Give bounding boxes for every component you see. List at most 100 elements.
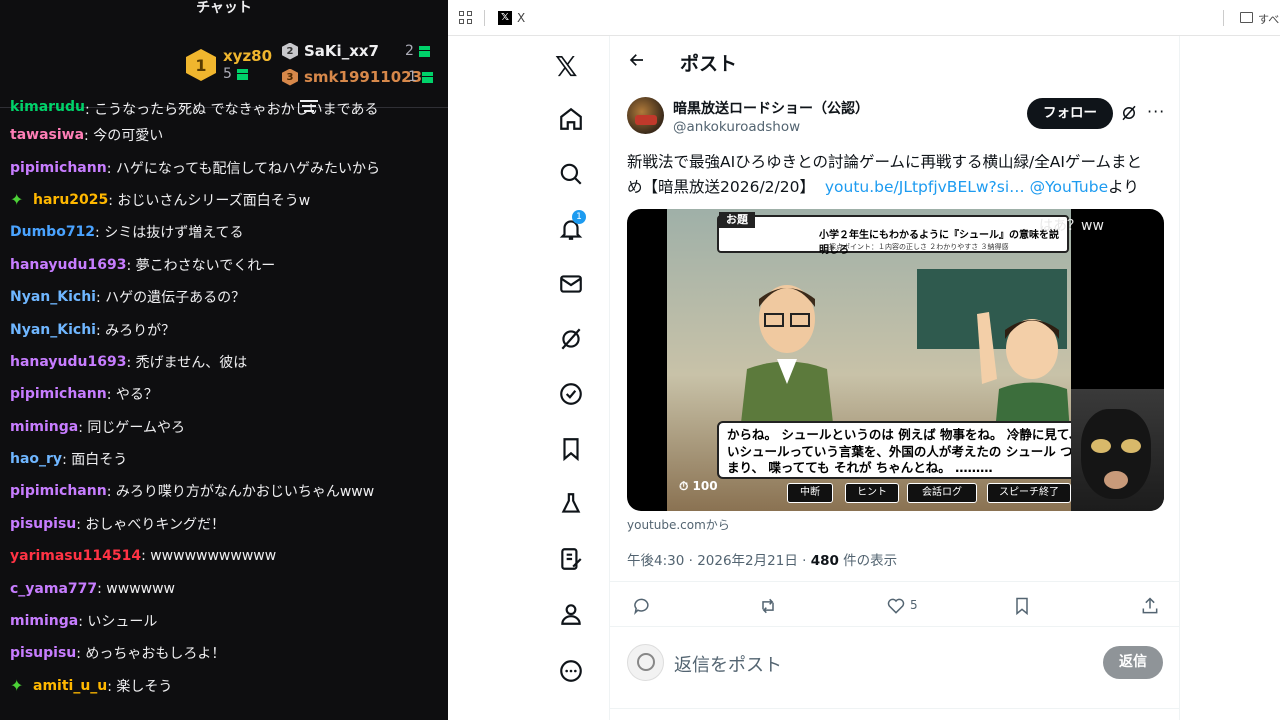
chat-username[interactable]: yarimasu114514 (10, 548, 141, 564)
chat-message-text: : いシュール (78, 614, 158, 631)
folder-icon[interactable] (1240, 12, 1253, 23)
leaderboard-first[interactable]: 1 xyz80 5 (186, 47, 272, 83)
chat-username[interactable]: kimarudu (10, 99, 85, 115)
profile-icon[interactable] (558, 601, 584, 627)
search-icon[interactable] (558, 161, 584, 187)
follow-button[interactable]: フォロー (1027, 98, 1113, 129)
chat-panel: チャット 1 xyz80 5 2 SaKi_xx7 2 3 smk1991102… (0, 0, 448, 720)
chat-username[interactable]: miminga (10, 613, 78, 629)
chat-username[interactable]: c_yama777 (10, 581, 97, 597)
gift-icon (418, 45, 430, 57)
chat-username[interactable]: pipimichann (10, 386, 107, 402)
post-text-line-2: め【暗黒放送2026/2/20】 (627, 178, 815, 196)
chat-username[interactable]: Nyan_Kichi (10, 289, 96, 305)
chat-message-text: : 禿げません、彼は (126, 354, 248, 371)
chat-username[interactable]: haru2025 (33, 192, 108, 208)
masked-streamer (1081, 409, 1151, 499)
chat-message-list: kimarudu: こうなったら死ぬ でなきゃおかしいまである tawasiwa:… (10, 99, 442, 702)
chat-username[interactable]: hanayudu1693 (10, 354, 126, 370)
leaderboard-second-count: 2 (405, 43, 414, 59)
back-arrow-icon[interactable] (628, 51, 646, 69)
subtitle-box: からね。 シュールというのは 例えば 物事をね。 冷静に見て、いシュールっていう… (717, 421, 1095, 479)
edit-note-icon[interactable] (558, 546, 584, 572)
leaderboard-third-count-wrap: 1 (408, 69, 433, 85)
bookmark-icon[interactable] (1012, 596, 1032, 616)
chat-message-text: : 夢こわさないでくれー (126, 257, 276, 274)
chat-username[interactable]: pipimichann (10, 160, 107, 176)
chat-message-text: : ハゲの遺伝子あるの？ (95, 290, 246, 307)
share-icon[interactable] (1140, 596, 1160, 616)
chat-username[interactable]: Dumbo712 (10, 224, 95, 240)
browser-tab-bar: 𝕏 X すべ (448, 0, 1280, 36)
home-icon[interactable] (558, 106, 584, 132)
chat-message: pipimichann: みろり喋り方がなんかおじいちゃんwww (10, 475, 442, 507)
x-logo-icon[interactable]: 𝕏 (555, 50, 578, 83)
post-text: 新戦法で最強AIひろゆきとの討論ゲームに再戦する横山緑/全AIゲームまと め【暗… (627, 150, 1167, 200)
chat-message-text: : 同じゲームやろ (78, 419, 185, 436)
leaderboard-second[interactable]: 2 SaKi_xx7 (282, 42, 379, 60)
pause-button: 中断 (787, 483, 833, 503)
gift-icon (421, 71, 433, 83)
reply-input[interactable]: 返信をポスト (674, 651, 782, 677)
chat-username[interactable]: hao_ry (10, 451, 62, 467)
chat-message-text: : おしゃべりキングだ！ (76, 516, 225, 533)
chat-username[interactable]: amiti_u_u (33, 678, 107, 694)
tab-grid-icon[interactable] (459, 11, 473, 25)
post-text-line-1: 新戦法で最強AIひろゆきとの討論ゲームに再戦する横山緑/全AIゲームまと (627, 153, 1142, 171)
chat-username[interactable]: Nyan_Kichi (10, 322, 96, 338)
bookmarks-label[interactable]: すべ (1258, 11, 1279, 27)
repost-icon[interactable] (758, 596, 778, 616)
chat-message-text: : みろりが？ (95, 322, 176, 339)
youtube-mention-link[interactable]: @YouTube (1030, 178, 1109, 196)
account-handle[interactable]: @ankokuroadshow (673, 119, 800, 135)
chat-message: hanayudu1693: 夢こわさないでくれー (10, 249, 442, 281)
reply-button[interactable]: 返信 (1103, 646, 1163, 679)
chat-message: ✦ amiti_u_u: 楽しそう (10, 670, 442, 702)
tab-divider (484, 10, 485, 26)
chat-message-text: : みろり喋り方がなんかおじいちゃんwww (106, 484, 375, 501)
media-source[interactable]: youtube.comから (627, 516, 730, 533)
question-criteria: 採点ポイント：１内容の正しさ ２わかりやすさ ３納得感 (829, 243, 1009, 251)
chat-username[interactable]: hanayudu1693 (10, 257, 126, 273)
chat-message: miminga: 同じゲームやろ (10, 411, 442, 443)
leaderboard-third[interactable]: 3 smk19911023 (282, 68, 422, 86)
chat-message: Nyan_Kichi: みろりが？ (10, 313, 442, 345)
reply-icon[interactable] (632, 596, 652, 616)
chat-username[interactable]: pisupisu (10, 645, 76, 661)
gift-icon (236, 68, 248, 80)
account-name[interactable]: 暗黒放送ロードショー（公認） (673, 98, 869, 118)
chat-message-text: : 今の可愛い (84, 128, 164, 145)
verified-icon[interactable] (558, 381, 584, 407)
more-options-icon[interactable]: ··· (1147, 102, 1165, 121)
mail-icon[interactable] (558, 271, 584, 297)
avatar[interactable] (627, 97, 664, 134)
notifications-button[interactable]: 1 (558, 210, 586, 242)
chat-message: pisupisu: めっちゃおもしろよ！ (10, 637, 442, 669)
chat-username[interactable]: pisupisu (10, 516, 76, 532)
tab-x[interactable]: X (517, 11, 525, 25)
chat-message: c_yama777: wwwwww (10, 572, 442, 604)
end-speech-button: スピーチ終了 (987, 483, 1071, 503)
grok-icon[interactable] (1120, 104, 1138, 122)
post-link[interactable]: youtu.be/JLtpfjvBELw?si… (825, 178, 1025, 196)
chat-username[interactable]: tawasiwa (10, 127, 84, 143)
chat-leaderboard: 1 xyz80 5 2 SaKi_xx7 2 3 smk19911023 1 (0, 28, 448, 108)
chat-message: kimarudu: こうなったら死ぬ でなきゃおかしいまである (10, 99, 442, 119)
user-avatar[interactable] (627, 644, 664, 681)
question-tag: お題 (719, 212, 755, 228)
chat-username[interactable]: pipimichann (10, 483, 107, 499)
log-button: 会話ログ (907, 483, 977, 503)
chat-message-text: : こうなったら死ぬ でなきゃおかしいまである (85, 102, 379, 118)
like-icon[interactable] (886, 596, 906, 616)
chat-message: tawasiwa: 今の可愛い (10, 119, 442, 151)
subscriber-star-icon: ✦ (10, 676, 24, 696)
post-timestamp[interactable]: 午後4:30 · 2026年2月21日 · (627, 553, 811, 569)
bookmark-icon[interactable] (558, 436, 584, 462)
chat-message: ✦ haru2025: おじいさんシリーズ面白そうw (10, 184, 442, 216)
media-card[interactable]: 小学２年生にもわかるように『シュール』の意味を説明しろ 採点ポイント：１内容の正… (627, 209, 1164, 511)
chat-message-text: : 面白そう (62, 452, 128, 469)
more-circle-icon[interactable] (558, 658, 584, 684)
grok-icon[interactable] (558, 326, 584, 352)
flask-icon[interactable] (558, 491, 584, 517)
chat-username[interactable]: miminga (10, 419, 78, 435)
